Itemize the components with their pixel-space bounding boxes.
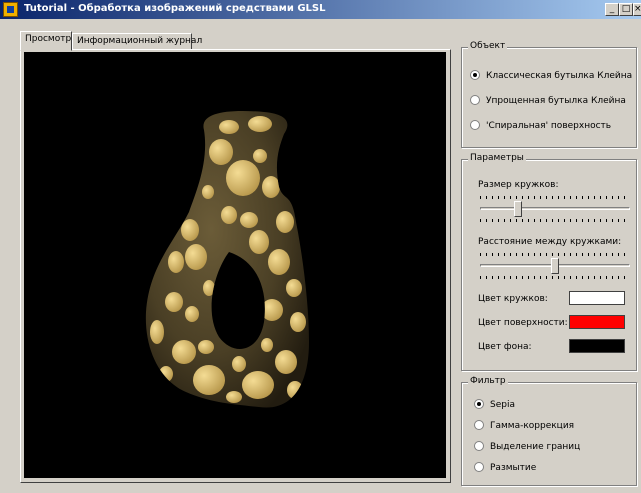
spot-size-label: Размер кружков: [478, 180, 559, 190]
close-button[interactable]: × [633, 3, 641, 16]
minimize-button[interactable]: _ [605, 3, 619, 16]
render-viewport[interactable] [24, 52, 446, 478]
slider-ticks [480, 253, 630, 256]
params-group: Параметры Размер кружков: Расстояние меж… [461, 153, 637, 371]
spot-spacing-slider[interactable] [480, 253, 630, 279]
tab-preview[interactable]: Просмотр [20, 31, 72, 51]
radio-dot [470, 69, 480, 80]
object-group: Объект Классическая бутылка Клейна Упрощ… [461, 41, 637, 148]
surface-color-swatch[interactable] [569, 315, 625, 329]
slider-track [480, 207, 630, 210]
surface-color-label: Цвет поверхности: [478, 318, 568, 328]
tab-log[interactable]: Информационный журнал [72, 33, 202, 50]
tab-log-label: Информационный журнал [77, 36, 203, 46]
radio-blur[interactable]: Размытие [474, 461, 537, 474]
params-group-title: Параметры [468, 153, 526, 163]
spot-color-label: Цвет кружков: [478, 294, 548, 304]
app-icon [3, 2, 18, 17]
radio-edge-detect[interactable]: Выделение границ [474, 440, 581, 453]
object-group-title: Объект [468, 41, 508, 51]
tab-preview-label: Просмотр [25, 34, 72, 44]
radio-label: Sepia [490, 400, 515, 410]
radio-label: Выделение границ [490, 442, 581, 452]
slider-ticks [480, 196, 630, 199]
background-color-swatch[interactable] [569, 339, 625, 353]
radio-dot [474, 419, 484, 430]
title-bar[interactable]: Tutorial - Обработка изображений средств… [0, 0, 641, 19]
radio-dot [474, 461, 484, 472]
radio-label: Размытие [490, 463, 537, 473]
spot-size-slider[interactable] [480, 196, 630, 222]
spot-color-swatch[interactable] [569, 291, 625, 305]
filter-group-title: Фильтр [468, 376, 508, 386]
window-title: Tutorial - Обработка изображений средств… [24, 3, 326, 14]
slider-thumb[interactable] [551, 258, 559, 274]
maximize-button[interactable]: □ [619, 3, 633, 16]
radio-label: 'Спиральная' поверхность [486, 121, 612, 131]
radio-classic-klein[interactable]: Классическая бутылка Клейна [470, 69, 633, 82]
radio-dot [474, 398, 484, 409]
radio-spiral-surface[interactable]: 'Спиральная' поверхность [470, 119, 612, 132]
radio-label: Упрощенная бутылка Клейна [486, 96, 626, 106]
radio-label: Гамма-коррекция [490, 421, 575, 431]
klein-bottle-render [145, 110, 309, 408]
filter-group: Фильтр Sepia Гамма-коррекция Выделение г… [461, 376, 637, 486]
radio-gamma[interactable]: Гамма-коррекция [474, 419, 575, 432]
background-color-label: Цвет фона: [478, 342, 532, 352]
slider-ticks [480, 219, 630, 222]
spot-spacing-label: Расстояние между кружками: [478, 237, 622, 247]
slider-thumb[interactable] [513, 201, 522, 217]
radio-dot [470, 94, 480, 105]
radio-label: Классическая бутылка Клейна [486, 71, 633, 81]
radio-simple-klein[interactable]: Упрощенная бутылка Клейна [470, 94, 626, 107]
radio-sepia[interactable]: Sepia [474, 398, 515, 411]
radio-dot [474, 440, 484, 451]
slider-ticks [480, 276, 630, 279]
radio-dot [470, 119, 480, 130]
